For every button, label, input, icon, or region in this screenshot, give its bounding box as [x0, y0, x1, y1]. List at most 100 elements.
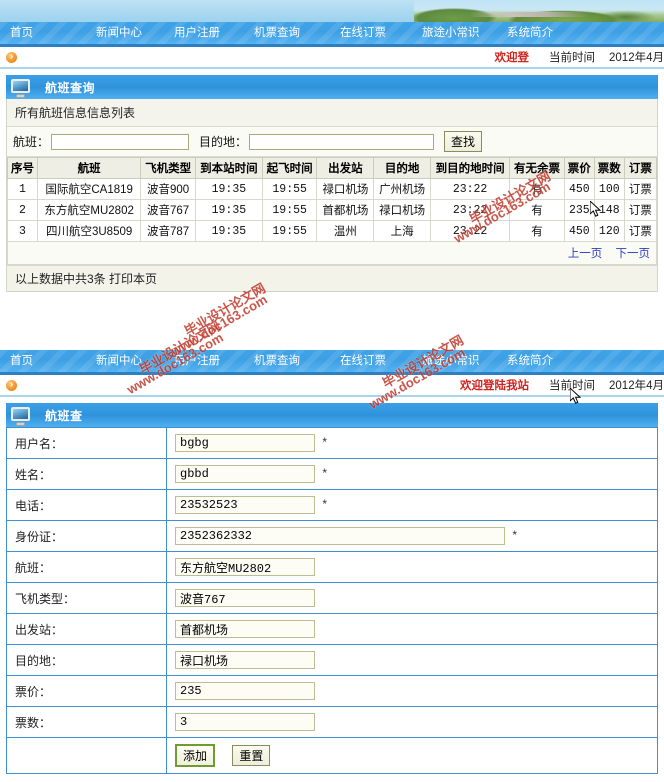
current-time-value: 2012年4月 — [609, 380, 664, 392]
nav-home[interactable]: 首页 — [0, 21, 96, 46]
flights-table: 序号 航班 飞机类型 到本站时间 起飞时间 出发站 目的地 到目的地时间 有无余… — [7, 157, 658, 265]
field-id-card: * — [166, 520, 658, 552]
id-card-input[interactable] — [175, 527, 505, 545]
search-button[interactable]: 查找 — [444, 131, 483, 152]
main-navigation-1: 首页 新闻中心 用户注册 机票查询 在线订票 旅途小常识 系统简介 — [0, 22, 664, 47]
username-input[interactable] — [175, 434, 315, 452]
add-button[interactable]: 添加 — [175, 744, 216, 767]
flight-input[interactable] — [175, 558, 315, 576]
book-link[interactable]: 订票 — [623, 178, 658, 200]
nav-about[interactable]: 系统简介 — [507, 350, 587, 374]
cell-destination: 禄口机场 — [373, 199, 431, 221]
list-subtitle: 所有航班信息信息列表 — [7, 99, 657, 127]
origin-input[interactable] — [175, 620, 315, 638]
book-link[interactable]: 订票 — [623, 199, 658, 221]
cell-price: 450 — [563, 220, 595, 242]
required-mark: * — [512, 528, 518, 542]
field-username: * — [166, 427, 658, 459]
cell-aircraft: 波音900 — [140, 178, 196, 200]
pagination-cell: 上一页 下一页 — [7, 241, 657, 265]
cell-index: 2 — [7, 199, 38, 221]
seats-input[interactable] — [175, 713, 315, 731]
monitor-stand — [16, 93, 25, 98]
form-row-id-card: 身份证： * — [6, 520, 658, 552]
cell-origin: 首都机场 — [316, 199, 375, 221]
cell-departure: 19:55 — [261, 178, 318, 200]
cell-flight: 四川航空3U8509 — [36, 220, 142, 242]
pagination-row: 上一页 下一页 — [7, 241, 657, 265]
flight-query-page: 首页 新闻中心 用户注册 机票查询 在线订票 旅途小常识 系统简介 欢迎登 当前… — [0, 0, 664, 292]
th-destination: 目的地 — [373, 157, 431, 179]
cell-price: 235 — [563, 199, 595, 221]
form-row-aircraft: 飞机类型： — [6, 582, 658, 614]
panel-title: 航班查询 — [45, 80, 96, 95]
booking-form: 用户名： * 姓名： * 电话： — [6, 427, 658, 774]
booking-form-page: 首页 新闻中心 用户注册 机票查询 在线订票 旅途小常识 系统简介 欢迎登陆我站… — [0, 350, 664, 774]
monitor-icon — [10, 406, 31, 426]
label-destination: 目的地： — [6, 644, 167, 676]
panel-body-1: 所有航班信息信息列表 航班： 目的地： 查找 序号 航班 飞机类型 到本站时间 … — [6, 99, 658, 292]
cell-dest-time: 23:22 — [429, 220, 511, 242]
label-origin: 出发站： — [6, 613, 167, 645]
cell-availability: 有 — [509, 178, 565, 200]
cell-origin: 禄口机场 — [316, 178, 375, 200]
label-aircraft: 飞机类型： — [6, 582, 167, 614]
cell-index: 3 — [7, 220, 38, 242]
nav-travel-tips[interactable]: 旅途小常识 — [422, 21, 507, 46]
nav-travel-tips[interactable]: 旅途小常识 — [422, 350, 507, 374]
aircraft-input[interactable] — [175, 589, 315, 607]
actions-spacer — [6, 737, 167, 774]
cell-dest-time: 23:22 — [429, 199, 511, 221]
field-origin — [166, 613, 658, 645]
form-row-username: 用户名： * — [6, 427, 658, 459]
nav-register[interactable]: 用户注册 — [174, 21, 254, 46]
required-mark: * — [322, 497, 328, 511]
field-name: * — [166, 458, 658, 490]
form-row-actions: 添加 重置 — [6, 737, 658, 774]
panel-header-2: 航班查 — [6, 403, 658, 427]
th-book: 订票 — [623, 157, 658, 179]
destination-input[interactable] — [175, 651, 315, 669]
form-row-name: 姓名： * — [6, 458, 658, 490]
nav-home[interactable]: 首页 — [0, 350, 96, 374]
required-mark: * — [322, 466, 328, 480]
label-flight: 航班： — [6, 551, 167, 583]
form-row-destination: 目的地： — [6, 644, 658, 676]
form-row-origin: 出发站： — [6, 613, 658, 645]
nav-news[interactable]: 新闻中心 — [96, 21, 174, 46]
flight-search-input[interactable] — [51, 133, 190, 150]
name-input[interactable] — [175, 465, 315, 483]
cell-seats: 120 — [593, 220, 625, 242]
current-time-label: 当前时间 — [549, 380, 596, 392]
arrow-bullet-icon — [6, 50, 17, 63]
reset-button[interactable]: 重置 — [232, 745, 271, 766]
cell-origin: 温州 — [316, 220, 375, 242]
cell-aircraft: 波音767 — [140, 199, 196, 221]
cell-seats: 148 — [593, 199, 625, 221]
field-destination — [166, 644, 658, 676]
booking-panel: 航班查 用户名： * 姓名： * — [6, 403, 658, 774]
nav-register[interactable]: 用户注册 — [174, 350, 254, 374]
price-input[interactable] — [175, 682, 315, 700]
banner-photo — [414, 0, 664, 22]
nav-about[interactable]: 系统简介 — [507, 21, 587, 46]
table-row: 2 东方航空MU2802 波音767 19:35 19:55 首都机场 禄口机场… — [7, 199, 658, 221]
label-price: 票价： — [6, 675, 167, 707]
label-phone: 电话： — [6, 489, 167, 521]
cell-flight: 国际航空CA1819 — [36, 178, 142, 200]
nav-ticket-query[interactable]: 机票查询 — [254, 350, 340, 374]
nav-online-booking[interactable]: 在线订票 — [340, 350, 422, 374]
nav-ticket-query[interactable]: 机票查询 — [254, 21, 340, 46]
nav-news[interactable]: 新闻中心 — [96, 350, 174, 374]
book-link[interactable]: 订票 — [623, 220, 658, 242]
prev-page-link[interactable]: 上一页 — [568, 248, 603, 260]
phone-input[interactable] — [175, 496, 315, 514]
cell-destination: 广州机场 — [373, 178, 431, 200]
next-page-link[interactable]: 下一页 — [616, 248, 651, 260]
field-flight — [166, 551, 658, 583]
label-seats: 票数： — [6, 706, 167, 738]
field-price — [166, 675, 658, 707]
cell-index: 1 — [7, 178, 38, 200]
destination-search-input[interactable] — [249, 133, 435, 150]
nav-online-booking[interactable]: 在线订票 — [340, 21, 422, 46]
